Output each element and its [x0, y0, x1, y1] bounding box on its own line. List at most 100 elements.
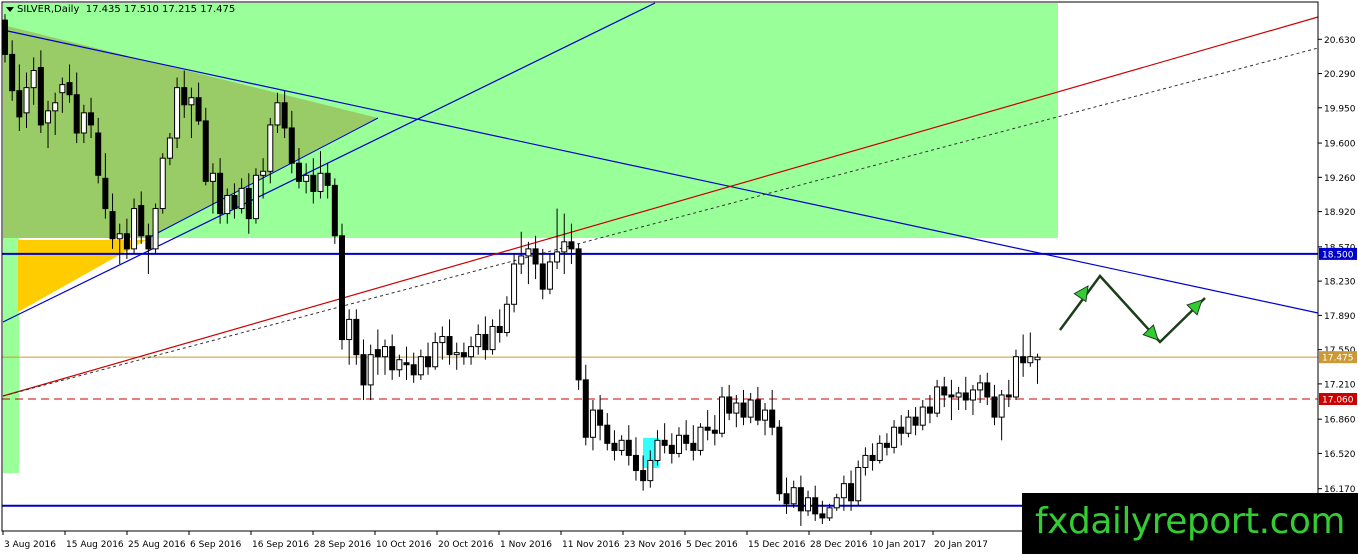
y-tick-label: 19.950: [1324, 104, 1356, 114]
candle-body: [833, 497, 840, 509]
candle-body: [819, 513, 826, 519]
candle-body: [747, 399, 754, 418]
candle-body: [439, 336, 446, 344]
candle-body: [489, 325, 496, 351]
candle-body: [855, 467, 862, 502]
symbol-name: SILVER,Daily: [17, 4, 80, 15]
candle-body: [331, 184, 338, 237]
candle: [252, 168, 259, 224]
price-chart[interactable]: 20.630 20.290 19.950 19.600 19.260 18.920 18.5…: [0, 0, 1358, 554]
candle-body: [238, 187, 245, 210]
candle-body: [382, 346, 389, 358]
x-tick-label: 20 Oct 2016: [438, 540, 494, 550]
y-tick-label: 17.210: [1324, 380, 1356, 390]
candle-body: [883, 442, 890, 448]
watermark-logo: fxdailyreport.com: [1022, 493, 1358, 554]
candle-body: [131, 208, 138, 250]
candle-body: [862, 454, 869, 469]
candle-body: [719, 396, 725, 434]
candle-body: [812, 497, 819, 515]
x-tick-label: 10 Jan 2017: [872, 540, 926, 550]
candle-body: [697, 426, 704, 451]
candle-body: [647, 459, 654, 482]
candle-body: [711, 429, 718, 434]
candle-body: [654, 439, 661, 461]
x-tick-label: 28 Dec 2016: [810, 540, 868, 550]
candle-body: [726, 396, 733, 414]
y-tick-label: 18.920: [1324, 208, 1356, 218]
candle-body: [260, 170, 267, 176]
candle-body: [181, 87, 188, 106]
candle-body: [589, 409, 596, 438]
candle-body: [926, 406, 933, 414]
candle-body: [166, 137, 173, 159]
candle-body: [310, 174, 317, 192]
x-tick-label: 10 Oct 2016: [376, 540, 432, 550]
candle-body: [496, 325, 503, 333]
x-tick-label: 5 Dec 2016: [686, 540, 738, 550]
candle-body: [202, 120, 209, 182]
candle-body: [683, 434, 690, 444]
y-tick-label: 20.630: [1324, 36, 1356, 46]
y-tick-label: 16.520: [1324, 450, 1356, 460]
candle-body: [525, 248, 532, 257]
candle-body: [826, 507, 833, 519]
candle-body: [482, 334, 489, 351]
candle-body: [188, 97, 195, 106]
candle-body: [425, 356, 432, 368]
candle-body: [145, 235, 152, 250]
candle-body: [984, 382, 991, 398]
candle-body: [37, 66, 44, 126]
dropdown-triangle-icon[interactable]: [6, 6, 14, 12]
candle-body: [876, 442, 883, 461]
candle-body: [690, 442, 697, 451]
candle-body: [661, 439, 668, 446]
candle-body: [675, 434, 682, 454]
candle-body: [998, 394, 1005, 418]
candle-body: [769, 409, 776, 428]
candle-body: [554, 251, 561, 263]
candle-body: [891, 426, 898, 448]
candle-body: [2, 19, 8, 55]
candle-body: [66, 82, 73, 96]
candle: [575, 243, 582, 390]
candle-body: [869, 454, 876, 461]
candle-body: [346, 318, 353, 341]
x-tick-label: 23 Nov 2016: [624, 540, 682, 550]
x-tick-label: 6 Sep 2016: [190, 540, 242, 550]
candle: [697, 423, 704, 456]
candle-body: [295, 162, 302, 182]
candle-body: [417, 356, 424, 376]
candle-body: [116, 233, 123, 240]
candle-body: [88, 112, 95, 126]
candle-body: [805, 497, 812, 512]
candle-body: [403, 362, 410, 366]
candle-body: [640, 470, 647, 482]
candle-body: [582, 379, 589, 438]
candle-body: [231, 194, 238, 210]
x-tick-label: 15 Aug 2016: [66, 540, 124, 550]
candle-body: [539, 263, 546, 290]
candle: [159, 153, 166, 214]
candle-body: [754, 399, 761, 421]
candle-body: [217, 172, 224, 215]
candle-body: [632, 454, 639, 472]
candle-body: [733, 402, 740, 414]
candle-body: [453, 352, 460, 356]
candle-body: [568, 241, 575, 250]
candle-body: [138, 205, 145, 237]
candle-body: [353, 318, 360, 356]
candle-body: [52, 102, 59, 112]
candle-body: [174, 87, 181, 139]
candle-body: [1005, 394, 1012, 398]
candle-body: [446, 336, 453, 356]
level-label: 18.500: [1322, 250, 1354, 260]
candle-body: [668, 444, 675, 454]
candle-body: [123, 233, 130, 250]
candle-body: [597, 409, 604, 426]
candle-body: [95, 132, 102, 176]
x-tick-label: 16 Sep 2016: [252, 540, 309, 550]
candle-body: [59, 84, 66, 94]
candle-body: [389, 346, 396, 371]
x-tick-label: 3 Aug 2016: [4, 540, 56, 550]
